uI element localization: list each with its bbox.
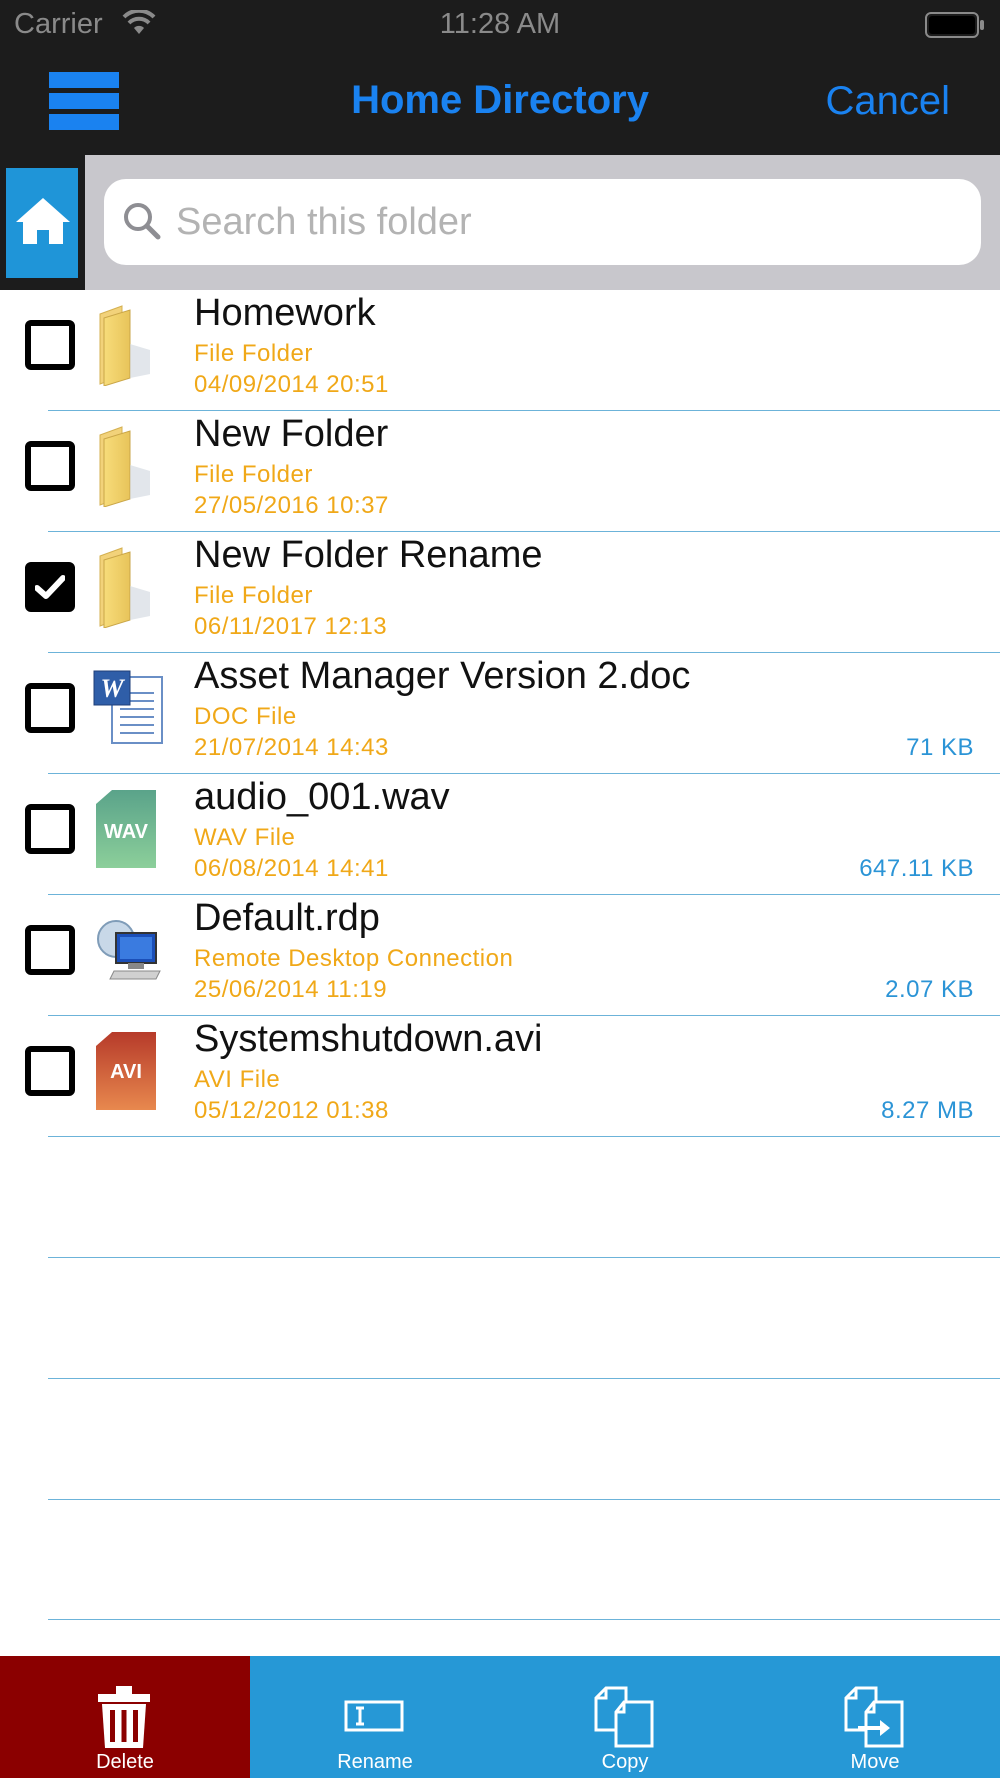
file-size: 8.27 MB [881,1097,974,1124]
row-checkbox-checked[interactable] [25,562,75,612]
file-name: Asset Manager Version 2.doc [194,655,691,697]
avi-file-icon: AVI [90,1030,166,1112]
row-separator [48,1378,1000,1379]
row-separator [48,1499,1000,1500]
search-strip [0,155,1000,290]
move-icon [844,1686,904,1748]
list-item[interactable]: New Folder Rename File Folder 06/11/2017… [0,532,1000,653]
delete-button[interactable]: Delete [0,1656,250,1778]
row-checkbox[interactable] [25,320,75,370]
move-label: Move [850,1751,900,1773]
status-time: 11:28 AM [439,8,561,40]
file-date: 27/05/2016 10:37 [194,492,389,519]
list-item[interactable]: Default.rdp Remote Desktop Connection 25… [0,895,1000,1016]
file-size: 71 KB [906,734,974,761]
file-name: New Folder [194,413,389,455]
file-date: 05/12/2012 01:38 [194,1097,389,1124]
row-checkbox[interactable] [25,804,75,854]
home-button[interactable] [6,168,78,278]
file-name: Homework [194,292,376,334]
wav-file-icon: WAV [90,788,166,870]
list-item[interactable]: W Asset Manager Version 2.doc DOC File 2… [0,653,1000,774]
navigation-bar: Home Directory Cancel [0,50,1000,155]
file-name: Systemshutdown.avi [194,1018,543,1060]
row-checkbox[interactable] [25,441,75,491]
file-date: 06/11/2017 12:13 [194,613,388,640]
rename-icon [344,1700,404,1732]
remote-desktop-icon [90,909,166,991]
folder-icon [90,546,166,629]
file-type: DOC File [194,703,297,730]
file-date: 21/07/2014 14:43 [194,734,389,761]
file-size: 2.07 KB [885,976,974,1003]
list-item[interactable]: AVI Systemshutdown.avi AVI File 05/12/20… [0,1016,1000,1137]
file-name: New Folder Rename [194,534,543,576]
checkmark-icon [35,575,65,599]
search-input[interactable] [174,191,968,253]
cancel-button[interactable]: Cancel [825,79,950,124]
home-icon [16,198,70,244]
row-separator [48,1257,1000,1258]
row-checkbox[interactable] [25,925,75,975]
file-type: File Folder [194,340,313,367]
file-type: AVI File [194,1066,281,1093]
copy-button[interactable]: Copy [500,1656,750,1778]
folder-icon [90,304,166,387]
status-bar: Carrier 11:28 AM [0,0,1000,50]
svg-text:W: W [100,674,125,703]
file-date: 25/06/2014 11:19 [194,976,388,1003]
file-type: Remote Desktop Connection [194,945,514,972]
search-icon [122,201,162,246]
trash-icon [98,1686,150,1748]
file-list: Homework File Folder 04/09/2014 20:51 Ne… [0,290,1000,1620]
file-type: File Folder [194,582,313,609]
list-item[interactable]: Homework File Folder 04/09/2014 20:51 [0,290,1000,411]
copy-label: Copy [601,1751,649,1773]
delete-label: Delete [96,1751,154,1773]
file-size: 647.11 KB [859,855,974,882]
rename-button[interactable]: Rename [250,1656,500,1778]
battery-icon [925,12,985,43]
file-date: 04/09/2014 20:51 [194,371,389,398]
folder-icon [90,425,166,508]
row-checkbox[interactable] [25,1046,75,1096]
avi-icon-text: AVI [110,1061,142,1083]
file-name: Default.rdp [194,897,380,939]
file-date: 06/08/2014 14:41 [194,855,389,882]
list-item[interactable]: WAV audio_001.wav WAV File 06/08/2014 14… [0,774,1000,895]
bottom-toolbar: Delete Rename Copy Move [0,1656,1000,1778]
word-doc-icon: W [90,667,166,749]
home-cell [0,155,85,290]
file-type: WAV File [194,824,296,851]
move-button[interactable]: Move [750,1656,1000,1778]
row-checkbox[interactable] [25,683,75,733]
list-item[interactable]: New Folder File Folder 27/05/2016 10:37 [0,411,1000,532]
rename-label: Rename [337,1751,413,1773]
wav-icon-text: WAV [104,821,149,843]
empty-list-area [0,1137,1000,1620]
file-type: File Folder [194,461,313,488]
search-box[interactable] [104,179,981,265]
row-separator [48,1619,1000,1620]
file-name: audio_001.wav [194,776,450,818]
copy-icon [594,1686,654,1748]
